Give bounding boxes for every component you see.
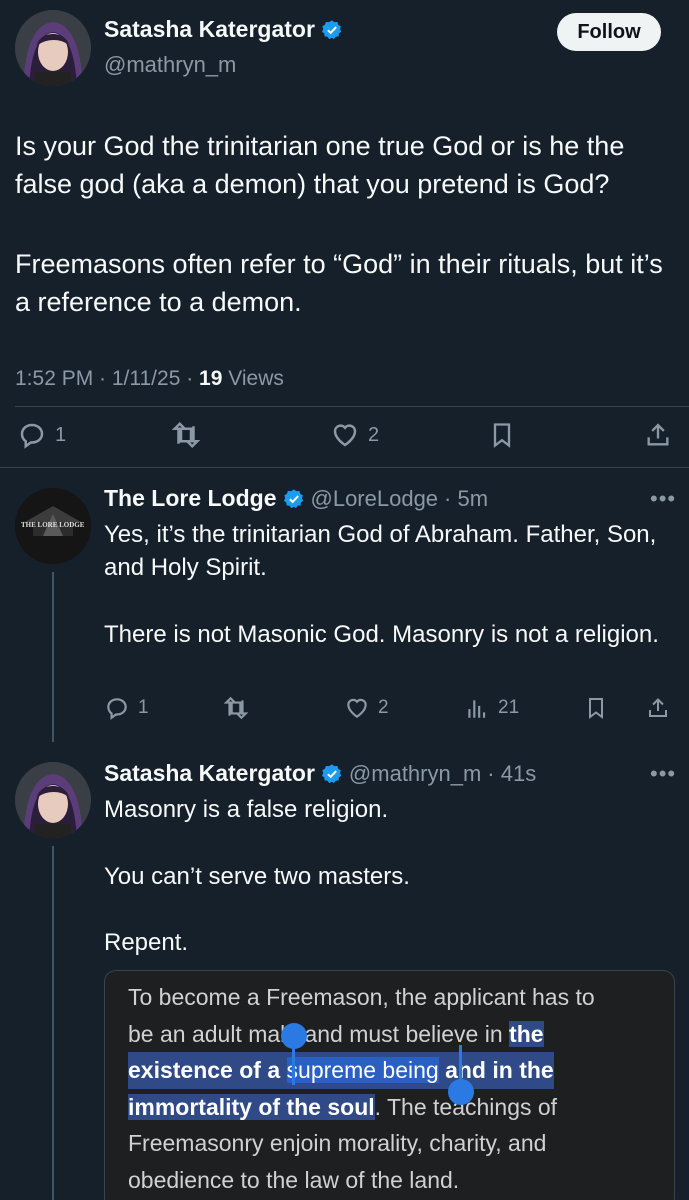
thread-line-1 [52, 572, 54, 742]
main-tweet-paragraph-2: Freemasons often refer to “God” in their… [15, 249, 663, 317]
verified-icon [283, 488, 303, 508]
thread-line-2 [52, 846, 54, 1200]
reply1-paragraph-2: There is not Masonic God. Masonry is not… [104, 621, 659, 648]
more-icon[interactable]: ••• [650, 486, 676, 512]
views-icon [468, 700, 486, 718]
bookmark-button[interactable] [488, 420, 516, 450]
reply1-like-button[interactable]: 2 [344, 695, 389, 721]
quote-line-3: existence of a supreme being and in the [128, 1052, 554, 1089]
metadata-divider [15, 406, 689, 407]
main-author-name[interactable]: Satasha Katergator [104, 16, 315, 43]
quote-line-2b: the [509, 1020, 544, 1047]
quote-line-4a: immortality of the soul [128, 1093, 375, 1120]
like-icon [347, 698, 367, 718]
bookmark-icon [493, 423, 511, 448]
quote-line-2: be an adult male and must believe in the [128, 1016, 595, 1053]
quote-line-5: Freemasonry enjoin morality, charity, an… [128, 1130, 547, 1156]
quote-line-1: To become a Freemason, the applicant has… [128, 984, 595, 1010]
attached-image[interactable]: To become a Freemason, the applicant has… [104, 970, 675, 1200]
lore-lodge-avatar-text: THE LORE LODGE [21, 521, 85, 529]
selection-end-handle[interactable] [448, 1079, 474, 1105]
reply-button[interactable]: 1 [17, 420, 66, 450]
lore-lodge-name[interactable]: The Lore Lodge [104, 485, 277, 512]
share-icon [649, 698, 667, 717]
like-icon [333, 424, 357, 447]
bookmark-icon [589, 698, 603, 719]
share-button[interactable] [644, 420, 672, 450]
reply1-views-button[interactable]: 21 [464, 695, 519, 721]
views-count: 19 [199, 367, 223, 390]
views-label: Views [222, 367, 284, 390]
reply1-reply-button[interactable]: 1 [104, 695, 149, 721]
like-count: 2 [368, 423, 380, 446]
main-tweet-paragraph-1: Is your God the trinitarian one true God… [15, 131, 625, 199]
main-author-handle[interactable]: @mathryn_m [104, 52, 236, 78]
reply2-line-3: Repent. [104, 929, 189, 956]
reply1-paragraph-1: Yes, it’s the trinitarian God of Abraham… [104, 521, 657, 581]
reply-icon [20, 423, 44, 449]
retweet-icon [223, 696, 249, 720]
reply-count: 1 [55, 423, 67, 446]
retweet-button[interactable] [170, 420, 202, 450]
follow-button[interactable]: Follow [557, 13, 661, 51]
reply1-like-count: 2 [378, 697, 389, 718]
more-icon[interactable]: ••• [650, 761, 676, 787]
reply1-reply-count: 1 [138, 697, 149, 718]
main-tweet-divider [0, 467, 689, 468]
reply2-author-handle[interactable]: @mathryn_m [349, 761, 481, 787]
verified-icon [321, 763, 342, 783]
reply1-retweet-button[interactable] [222, 695, 250, 721]
reply2-line-2: You can’t serve two masters. [104, 863, 410, 890]
reply2-time[interactable]: · 41s [487, 761, 536, 787]
like-button[interactable]: 2 [330, 420, 379, 450]
quote-line-4: immortality of the soul. The teachings o… [128, 1089, 595, 1126]
main-author-avatar[interactable] [15, 10, 91, 86]
selection-start-stem [292, 1043, 295, 1085]
reply-icon [107, 698, 127, 720]
lore-lodge-avatar[interactable]: THE LORE LODGE [15, 488, 91, 564]
quote-line-3b: supreme being [286, 1057, 439, 1083]
reply1-time[interactable]: · 5m [444, 486, 488, 512]
tweet-metadata: 1:52 PM · 1/11/25 · 19 Views [15, 367, 284, 391]
quote-line-6: obedience to the law of the land. [128, 1166, 460, 1193]
retweet-icon [171, 421, 201, 449]
reply2-line-1: Masonry is a false religion. [104, 796, 389, 823]
verified-icon [321, 19, 342, 39]
reply1-share-button[interactable] [646, 695, 670, 721]
quote-line-3a: existence of a [128, 1057, 287, 1083]
lore-lodge-handle[interactable]: @LoreLodge [311, 486, 439, 512]
reply2-author-avatar[interactable] [15, 762, 91, 838]
reply2-author-name[interactable]: Satasha Katergator [104, 760, 315, 787]
share-icon [647, 423, 669, 446]
quote-text: To become a Freemason, the applicant has… [128, 979, 595, 1198]
timestamp[interactable]: 1:52 PM · 1/11/25 · [15, 367, 199, 390]
quote-line-2a: be an adult male and must believe in [128, 1020, 510, 1047]
reply1-views-count: 21 [498, 697, 520, 718]
reply1-bookmark-button[interactable] [584, 695, 608, 721]
